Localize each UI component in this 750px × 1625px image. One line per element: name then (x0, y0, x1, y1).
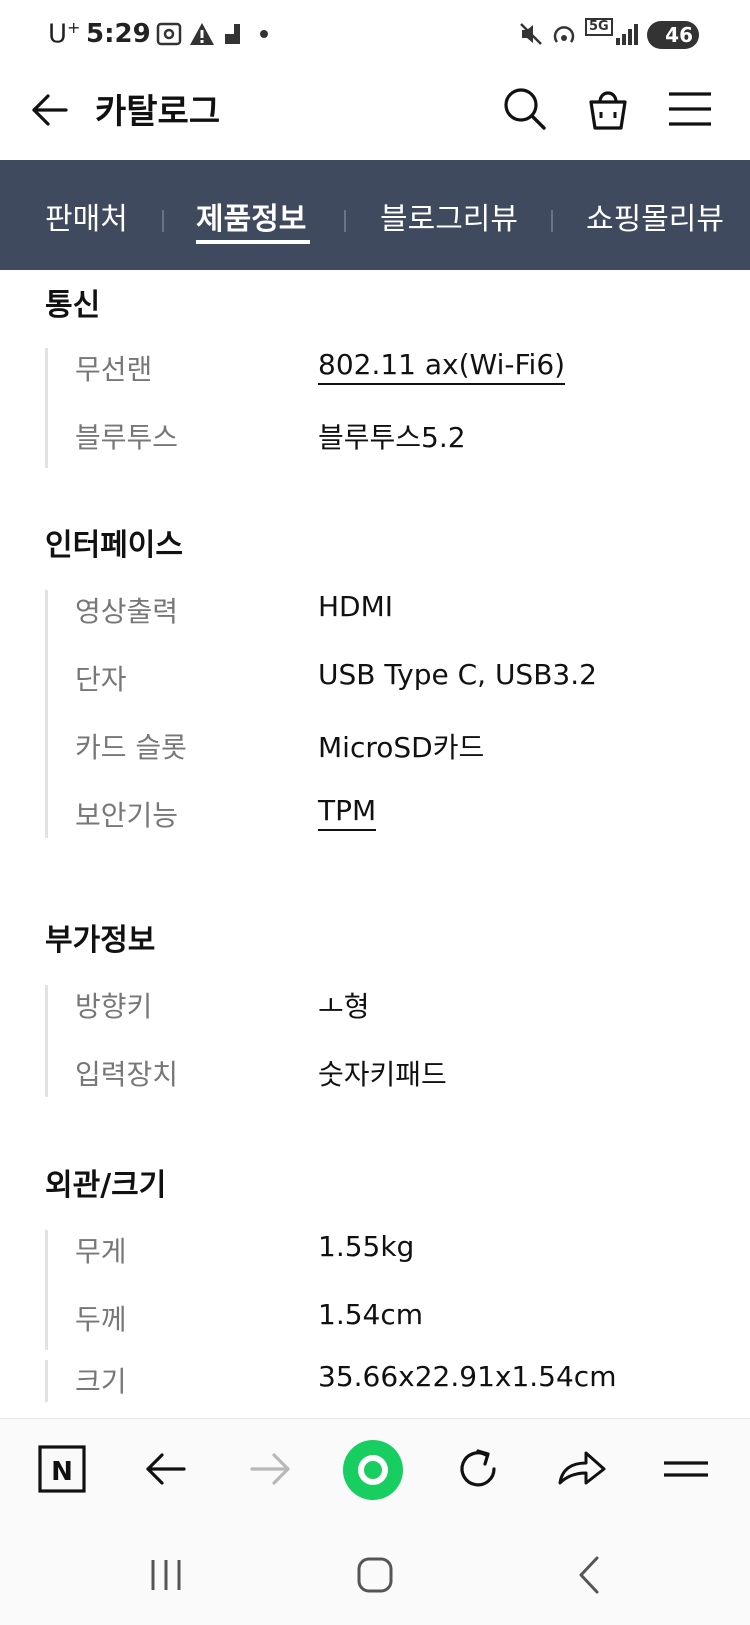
spec-label: 블루투스 (75, 421, 179, 454)
hotspot-icon (553, 26, 575, 43)
spec-value: 숫자키패드 (318, 1058, 447, 1091)
spec-value: MicroSD카드 (318, 731, 485, 764)
spec-row: 카드 슬롯 MicroSD카드 (48, 726, 728, 794)
naver-n-icon[interactable]: N (32, 1439, 92, 1499)
status-bar: U+ 5:29 5G 46 (0, 0, 750, 70)
spec-value: 35.66x22.91x1.54cm (318, 1360, 617, 1393)
tab-blog-reviews[interactable]: 블로그리뷰 (380, 194, 518, 238)
system-nav-bar (0, 1528, 750, 1625)
spec-value: 블루투스5.2 (318, 421, 466, 454)
recent-apps-icon[interactable] (141, 1550, 191, 1600)
spec-label: 단자 (75, 663, 127, 696)
spec-group: 크기 35.66x22.91x1.54cm (45, 1360, 616, 1402)
signal-icon (616, 24, 638, 45)
network-badge: 5G (585, 18, 613, 36)
page-title: 카탈로그 (95, 92, 221, 132)
dot-icon (260, 30, 268, 38)
browser-toolbar: N (0, 1418, 750, 1529)
spec-label: 무게 (75, 1235, 127, 1268)
spec-value-link[interactable]: TPM (318, 794, 377, 831)
home-icon[interactable] (350, 1550, 400, 1600)
back-arrow-icon[interactable] (28, 88, 72, 132)
spec-group: 무게 1.55kg 두께 1.54cm (45, 1230, 423, 1350)
spec-value: ㅗ형 (318, 990, 370, 1023)
back-arrow-icon[interactable] (136, 1439, 196, 1499)
tab-divider (344, 210, 346, 232)
tab-divider (162, 210, 164, 232)
spec-row: 보안기능 TPM (48, 794, 728, 862)
section-title: 인터페이스 (45, 528, 183, 563)
spec-label: 크기 (75, 1365, 127, 1398)
spec-label: 입력장치 (75, 1058, 179, 1091)
section-title: 부가정보 (45, 923, 156, 958)
spec-row: 입력장치 숫자키패드 (48, 1053, 728, 1121)
spec-label: 영상출력 (75, 595, 179, 628)
back-icon[interactable] (565, 1550, 615, 1600)
shopping-bag-icon[interactable] (583, 84, 633, 134)
tab-divider (551, 210, 553, 232)
spec-row: 방향키 ㅗ형 (48, 985, 728, 1053)
menu-icon[interactable] (665, 84, 715, 134)
tab-bar: 판매처 제품정보 블로그리뷰 쇼핑몰리뷰 (0, 160, 750, 270)
spec-row: 블루투스 블루투스5.2 (48, 416, 728, 484)
screenshot-icon (156, 22, 182, 46)
spec-label: 보안기능 (75, 799, 179, 832)
forward-arrow-icon[interactable] (240, 1439, 300, 1499)
refresh-icon[interactable] (448, 1439, 508, 1499)
spec-group: 영상출력 HDMI 단자 USB Type C, USB3.2 카드 슬롯 Mi… (45, 590, 597, 838)
spec-row: 단자 USB Type C, USB3.2 (48, 658, 728, 726)
naver-n-letter: N (51, 1457, 73, 1487)
spec-value: USB Type C, USB3.2 (318, 658, 597, 691)
spec-value: 1.54cm (318, 1298, 424, 1331)
spec-value-link[interactable]: 802.11 ax(Wi-Fi6) (318, 348, 566, 385)
tab-sellers[interactable]: 판매처 (45, 194, 128, 238)
battery-indicator: 46 (647, 21, 699, 49)
spec-label: 두께 (75, 1303, 127, 1336)
spec-row: 영상출력 HDMI (48, 590, 728, 658)
green-circle-icon[interactable] (342, 1439, 404, 1501)
app-notification-icon (225, 24, 240, 44)
tab-product-info[interactable]: 제품정보 (196, 194, 306, 238)
spec-label: 무선랜 (75, 353, 153, 386)
spec-row: 무선랜 802.11 ax(Wi-Fi6) (48, 348, 728, 416)
active-tab-indicator (196, 240, 310, 244)
mute-icon (520, 23, 542, 45)
search-icon[interactable] (500, 84, 550, 134)
spec-label: 방향키 (75, 990, 153, 1023)
share-icon[interactable] (552, 1439, 612, 1499)
spec-row: 무게 1.55kg (48, 1230, 728, 1298)
spec-label: 카드 슬롯 (75, 731, 187, 764)
menu-icon[interactable] (656, 1439, 716, 1499)
tab-mall-reviews[interactable]: 쇼핑몰리뷰 (586, 194, 724, 238)
clock: 5:29 (86, 19, 151, 49)
spec-row: 두께 1.54cm (48, 1298, 728, 1366)
carrier: U+ (48, 18, 81, 50)
spec-value: HDMI (318, 590, 394, 623)
spec-value: 1.55kg (318, 1230, 415, 1263)
section-title: 외관/크기 (45, 1168, 167, 1203)
spec-group: 무선랜 802.11 ax(Wi-Fi6) 블루투스 블루투스5.2 (45, 348, 566, 468)
spec-group: 방향키 ㅗ형 입력장치 숫자키패드 (45, 985, 447, 1097)
warning-icon (190, 23, 214, 45)
section-title: 통신 (45, 288, 101, 323)
app-header: 카탈로그 (0, 70, 750, 160)
